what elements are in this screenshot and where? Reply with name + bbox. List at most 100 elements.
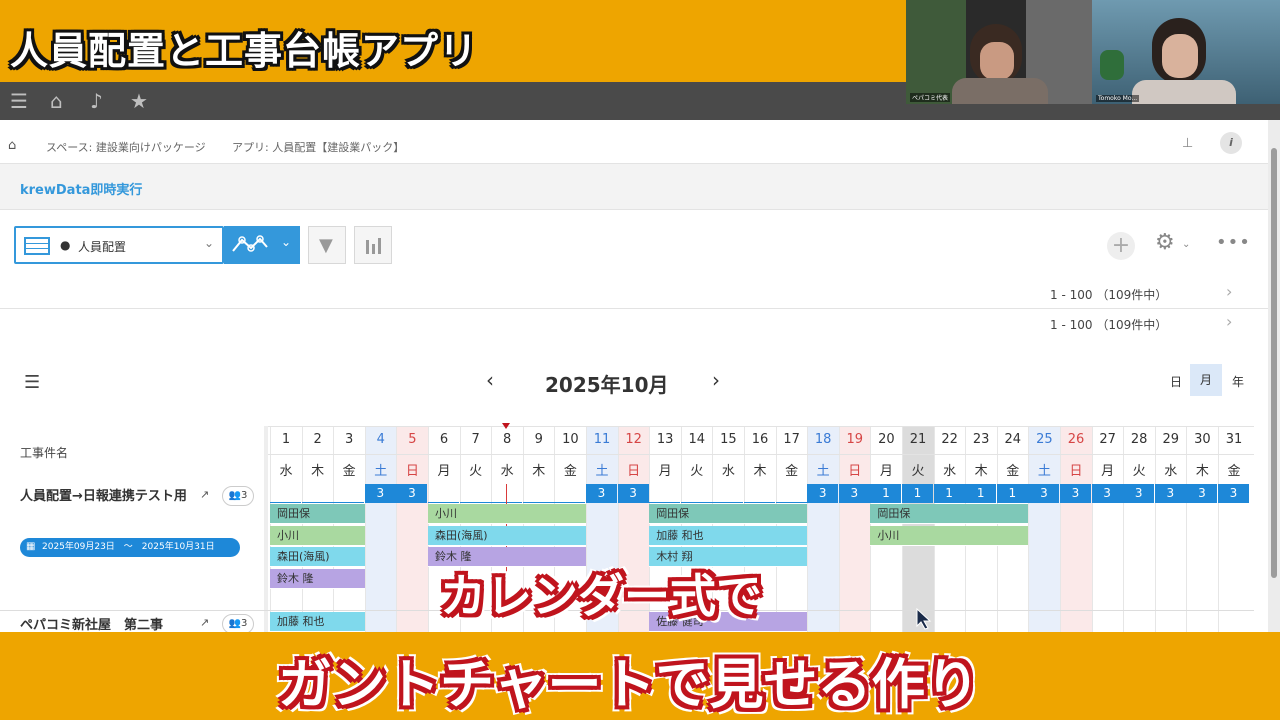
breadcrumb-space[interactable]: スペース: 建設業向けパッケージ (46, 139, 206, 155)
daily-count: 1 (870, 484, 902, 503)
daily-count-empty (744, 484, 775, 503)
daily-count-empty (459, 484, 491, 503)
weekday-label: 水 (943, 464, 957, 479)
day-column (1186, 426, 1218, 632)
assignment-bar[interactable]: 小川 (428, 504, 586, 524)
chevron-down-icon: ⌄ (280, 235, 291, 249)
app-header-bar-right (906, 104, 1280, 120)
today-marker (502, 423, 511, 429)
app-header-bar: ☰ ⌂ ♪ ★ (0, 82, 906, 120)
weekday-label: 木 (974, 464, 988, 479)
pin-icon[interactable]: ⊥ (1182, 136, 1193, 151)
krew-run-button[interactable]: krewData即時実行 (20, 179, 142, 198)
next-page-icon[interactable]: › (1226, 312, 1232, 331)
weekday-label: 土 (1037, 464, 1051, 479)
pagination-top: 1 - 100 （109件中） (1050, 288, 1168, 302)
weekday-label: 日 (627, 464, 641, 479)
view-mode-month[interactable]: 月 (1190, 364, 1222, 396)
add-record-button[interactable]: + (1107, 232, 1135, 260)
day-number: 27 (1099, 432, 1116, 447)
webcam-left-label: ペパコミ代表 (910, 93, 951, 102)
day-number: 28 (1130, 432, 1148, 447)
table-icon (24, 237, 50, 255)
next-page-icon[interactable]: › (1226, 282, 1232, 301)
assignment-bar[interactable]: 小川 (270, 525, 365, 546)
daily-count: 3 (1154, 484, 1186, 503)
weekday-label: 火 (469, 464, 483, 479)
home-icon[interactable]: ⌂ (8, 138, 16, 153)
scrollbar-thumb[interactable] (1271, 148, 1277, 578)
day-number: 13 (656, 432, 674, 447)
bell-icon[interactable]: ♪ (90, 91, 103, 111)
assignment-bar[interactable]: 加藤 和也 (270, 611, 365, 632)
weekday-label: 水 (721, 464, 735, 479)
info-icon[interactable]: i (1220, 132, 1242, 154)
weekday-label: 水 (279, 464, 293, 479)
daily-count-empty (775, 484, 807, 503)
weekday-label: 月 (1101, 464, 1115, 479)
day-number: 20 (878, 432, 895, 447)
next-month-button[interactable]: › (712, 368, 720, 392)
day-column (1028, 426, 1061, 632)
krew-bar: krewData即時実行 (0, 164, 1268, 210)
day-number: 23 (972, 432, 990, 447)
weekday-label: 日 (848, 464, 862, 479)
weekday-label: 水 (1164, 464, 1178, 479)
star-icon[interactable]: ★ (130, 91, 148, 111)
weekday-label: 金 (1227, 464, 1241, 479)
graph-icon (232, 235, 268, 252)
project-name[interactable]: ペパコミ新社屋 第二事 (20, 614, 163, 633)
day-number: 6 (439, 432, 449, 447)
open-link-icon[interactable]: ↗ (200, 488, 209, 501)
assignment-bar[interactable]: 岡田保 (270, 504, 365, 524)
panel-separator (264, 426, 268, 632)
filter-icon: ▼ (319, 235, 333, 256)
day-number: 25 (1036, 432, 1053, 447)
day-column (1154, 426, 1187, 632)
menu-icon[interactable]: ☰ (10, 91, 28, 111)
day-number: 31 (1225, 432, 1243, 447)
view-selector[interactable]: ● 人員配置 ⌄ (14, 226, 224, 264)
weekday-label: 土 (374, 464, 388, 479)
project-name[interactable]: 人員配置→日報連携テスト用 (20, 486, 190, 508)
chevron-down-icon: ⌄ (203, 236, 214, 250)
day-column (396, 426, 429, 632)
calendar-icon: ▦ (26, 541, 36, 552)
weekday-label: 金 (1006, 464, 1020, 479)
chart-button[interactable] (354, 226, 392, 264)
day-number: 10 (562, 432, 579, 447)
scrollbar[interactable] (1268, 120, 1280, 632)
view-mode-day[interactable]: 日 (1170, 373, 1182, 390)
day-number: 11 (593, 432, 611, 447)
home-icon[interactable]: ⌂ (50, 91, 63, 111)
calendar-menu-icon[interactable]: ☰ (24, 372, 40, 393)
prev-month-button[interactable]: ‹ (486, 368, 494, 392)
day-column (1091, 426, 1124, 632)
filter-button[interactable]: ▼ (308, 226, 346, 264)
day-number: 2 (313, 432, 322, 447)
gear-icon[interactable]: ⚙ (1155, 230, 1175, 255)
daily-count-empty (333, 484, 365, 503)
assignment-bar[interactable]: 岡田保 (870, 504, 1029, 524)
assignment-bar[interactable]: 加藤 和也 (649, 525, 808, 546)
view-mode-year[interactable]: 年 (1232, 373, 1244, 390)
assignment-bar[interactable]: 森田(海風) (270, 547, 365, 567)
assignment-bar[interactable]: 鈴木 隆 (270, 568, 365, 589)
assignment-bar[interactable]: 岡田保 (649, 504, 808, 524)
day-number: 14 (688, 432, 706, 447)
daily-count: 3 (1060, 484, 1091, 503)
daily-count-empty (649, 484, 681, 503)
assignment-bar[interactable]: 小川 (870, 525, 1029, 546)
graph-button[interactable]: ⌄ (224, 226, 300, 264)
breadcrumb-app[interactable]: アプリ: 人員配置【建設業パック】 (232, 139, 404, 155)
more-options-icon[interactable]: ••• (1216, 232, 1251, 253)
weekday-label: 火 (1132, 464, 1146, 479)
day-number: 22 (941, 432, 958, 447)
day-number: 18 (814, 432, 832, 447)
assignment-bar[interactable]: 森田(海風) (428, 525, 586, 546)
day-column (838, 426, 871, 632)
day-number: 5 (408, 432, 417, 447)
chevron-down-icon: ⌄ (1182, 239, 1191, 250)
open-link-icon[interactable]: ↗ (200, 616, 209, 629)
daily-count: 3 (1028, 484, 1060, 503)
